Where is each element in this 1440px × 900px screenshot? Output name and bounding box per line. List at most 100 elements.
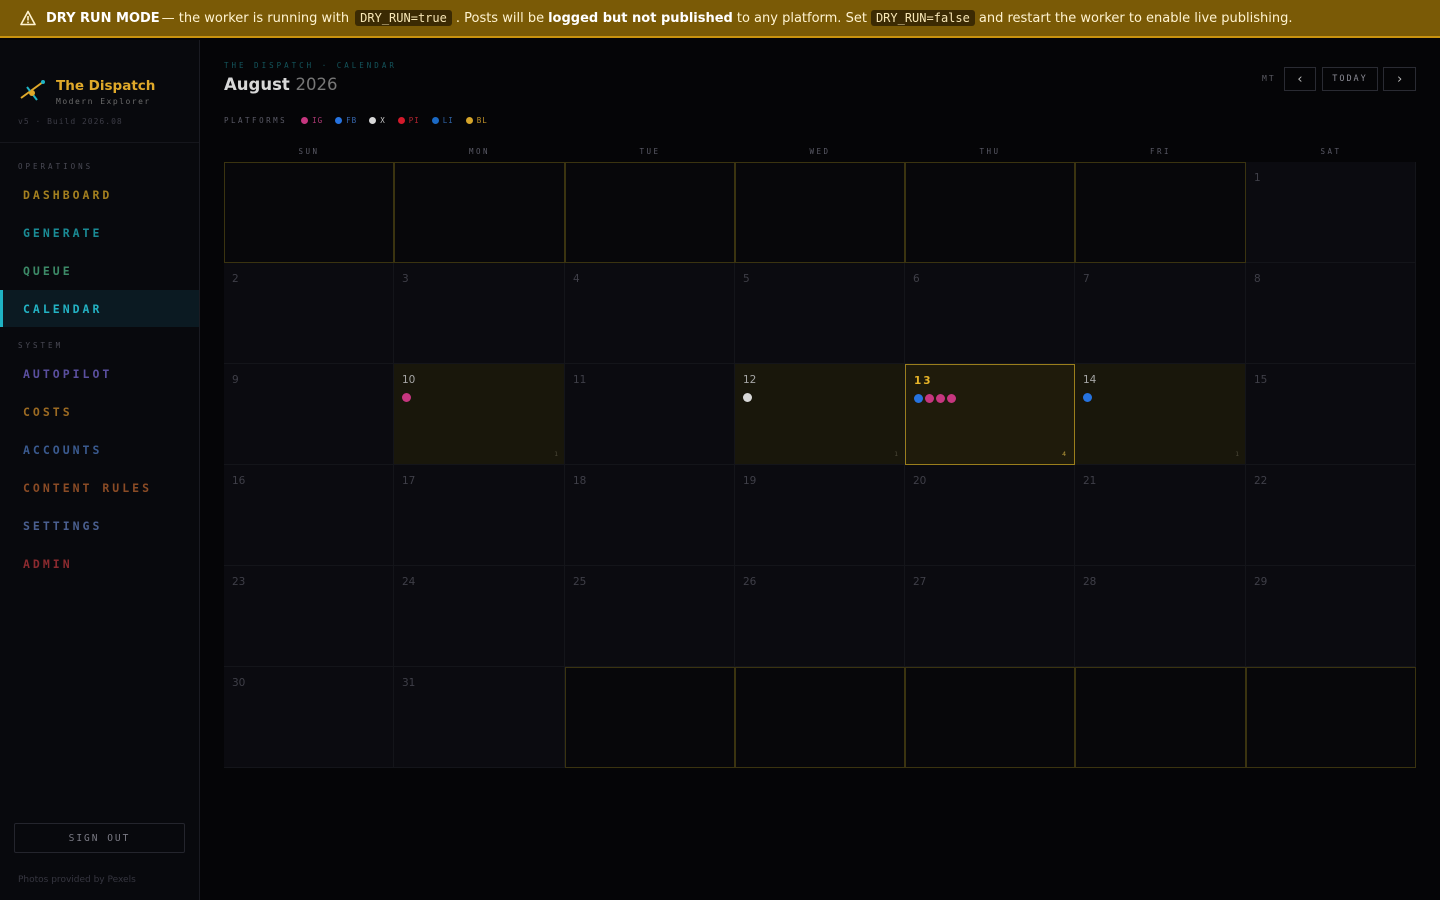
day-number: 14 <box>1083 374 1097 386</box>
calendar-day-cell[interactable]: 1 <box>1246 162 1416 263</box>
calendar-day-cell[interactable]: 23 <box>224 566 394 667</box>
calendar-day-cell[interactable]: 6 <box>905 263 1075 364</box>
day-number: 15 <box>1254 374 1268 386</box>
platform-code: PI <box>408 116 420 125</box>
nav-autopilot[interactable]: AUTOPILOT <box>0 355 199 392</box>
nav-dashboard[interactable]: DASHBOARD <box>0 176 199 213</box>
day-number: 20 <box>913 475 927 487</box>
day-number: 26 <box>743 576 757 588</box>
divider <box>0 142 199 143</box>
calendar-cell-empty <box>905 162 1075 263</box>
calendar-day-cell[interactable]: 20 <box>905 465 1075 566</box>
calendar-day-cell[interactable]: 10 1 <box>394 364 565 465</box>
banner-text: to any platform. Set <box>736 10 867 26</box>
post-dot-fb[interactable] <box>914 394 923 403</box>
today-button[interactable]: TODAY <box>1322 67 1378 91</box>
calendar-day-cell[interactable]: 25 <box>565 566 735 667</box>
day-number: 12 <box>743 374 757 386</box>
banner-text: and restart the worker to enable live pu… <box>978 10 1293 26</box>
post-dot-fb[interactable] <box>1083 393 1092 402</box>
nav-settings[interactable]: SETTINGS <box>0 507 199 544</box>
post-dot-x[interactable] <box>743 393 752 402</box>
brand-subtitle: Modern Explorer <box>56 97 151 106</box>
calendar-day-cell[interactable]: 16 <box>224 465 394 566</box>
nav-admin[interactable]: ADMIN <box>0 545 199 582</box>
platform-code: BL <box>476 116 488 125</box>
calendar-day-cell[interactable]: 7 <box>1075 263 1246 364</box>
day-number: 1 <box>1254 172 1261 184</box>
calendar-day-cell[interactable]: 19 <box>735 465 905 566</box>
calendar-day-cell[interactable]: 3 <box>394 263 565 364</box>
calendar-day-cell[interactable]: 30 <box>224 667 394 768</box>
calendar-day-cell[interactable]: 4 <box>565 263 735 364</box>
post-dot-ig[interactable] <box>925 394 934 403</box>
day-number: 13 <box>914 375 933 387</box>
banner-text: — the worker is running with <box>161 10 350 26</box>
nav-generate[interactable]: GENERATE <box>0 214 199 251</box>
day-number: 10 <box>402 374 416 386</box>
calendar-day-cell[interactable]: 13 4 <box>905 364 1075 465</box>
nav-label: QUEUE <box>23 263 73 278</box>
weekday-label: WED <box>809 147 831 156</box>
platform-pi: PI <box>397 116 420 125</box>
calendar-day-cell[interactable]: 21 <box>1075 465 1246 566</box>
post-count: 1 <box>554 450 558 458</box>
calendar-day-cell[interactable]: 22 <box>1246 465 1416 566</box>
calendar-day-cell[interactable]: 15 <box>1246 364 1416 465</box>
day-number: 24 <box>402 576 416 588</box>
timezone-label: MT <box>1262 74 1276 83</box>
calendar-day-cell[interactable]: 29 <box>1246 566 1416 667</box>
calendar-day-cell[interactable]: 18 <box>565 465 735 566</box>
brand[interactable]: The Dispatch Modern Explorer <box>18 76 155 106</box>
day-number: 17 <box>402 475 416 487</box>
calendar-cell-empty <box>224 162 394 263</box>
banner-title: DRY RUN MODE <box>46 10 160 26</box>
calendar-day-cell[interactable]: 5 <box>735 263 905 364</box>
calendar-day-cell[interactable]: 17 <box>394 465 565 566</box>
nav-label: SETTINGS <box>23 518 103 533</box>
weekday-label: SAT <box>1320 147 1342 156</box>
nav-calendar[interactable]: CALENDAR <box>0 290 199 327</box>
warning-icon <box>20 10 36 26</box>
calendar-day-cell[interactable]: 27 <box>905 566 1075 667</box>
day-number: 21 <box>1083 475 1097 487</box>
weekday-label: SUN <box>298 147 320 156</box>
banner-emphasis: logged but not published <box>548 10 733 26</box>
nav-label: GENERATE <box>23 225 103 240</box>
calendar-day-cell[interactable]: 28 <box>1075 566 1246 667</box>
nav-queue[interactable]: QUEUE <box>0 252 199 289</box>
nav-accounts[interactable]: ACCOUNTS <box>0 431 199 468</box>
calendar-cell-empty <box>394 162 565 263</box>
weekday-label: THU <box>979 147 1001 156</box>
calendar-day-cell[interactable]: 31 <box>394 667 565 768</box>
calendar-cell-empty <box>735 162 905 263</box>
chevron-right-icon: › <box>1395 71 1404 87</box>
photo-credit: Photos provided by Pexels <box>18 875 136 885</box>
prev-month-button[interactable]: ‹ <box>1284 67 1316 91</box>
next-month-button[interactable]: › <box>1383 67 1416 91</box>
page-title: August 2026 <box>224 75 338 94</box>
calendar-day-cell[interactable]: 26 <box>735 566 905 667</box>
calendar-day-cell[interactable]: 11 <box>565 364 735 465</box>
nav-content-rules[interactable]: CONTENT RULES <box>0 469 199 506</box>
nav-label: ADMIN <box>23 556 73 571</box>
calendar-day-cell[interactable]: 9 <box>224 364 394 465</box>
post-dot-ig[interactable] <box>402 393 411 402</box>
platform-dot-icon <box>431 117 439 124</box>
calendar-day-cell[interactable]: 14 1 <box>1075 364 1246 465</box>
calendar-cell-empty <box>1075 667 1246 768</box>
post-dot-ig[interactable] <box>947 394 956 403</box>
nav-costs[interactable]: COSTS <box>0 393 199 430</box>
nav-label: CONTENT RULES <box>23 480 153 495</box>
sign-out-button[interactable]: SIGN OUT <box>14 823 185 853</box>
post-indicators <box>1083 393 1094 402</box>
platform-code: IG <box>312 116 324 125</box>
calendar-day-cell[interactable]: 24 <box>394 566 565 667</box>
post-dot-ig[interactable] <box>936 394 945 403</box>
calendar-day-cell[interactable]: 8 <box>1246 263 1416 364</box>
sidebar: The Dispatch Modern Explorer v5 · Build … <box>0 40 200 900</box>
nav-label: COSTS <box>23 404 73 419</box>
calendar-day-cell[interactable]: 2 <box>224 263 394 364</box>
brand-title: The Dispatch <box>56 78 156 94</box>
calendar-day-cell[interactable]: 12 1 <box>735 364 905 465</box>
